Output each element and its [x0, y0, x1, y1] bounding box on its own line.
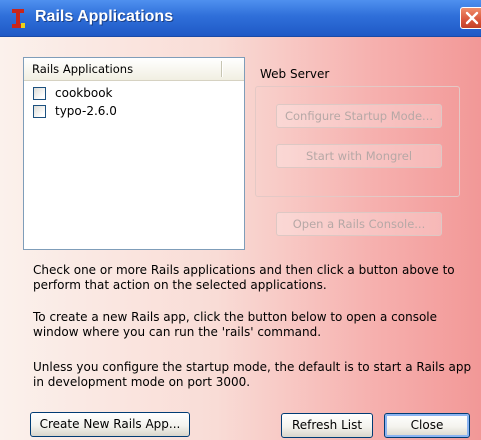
create-new-rails-app-button[interactable]: Create New Rails App...: [30, 412, 190, 437]
open-rails-console-button[interactable]: Open a Rails Console...: [276, 212, 442, 236]
start-with-mongrel-button[interactable]: Start with Mongrel: [276, 144, 442, 168]
column-divider[interactable]: [221, 61, 223, 77]
cookbook-checkbox[interactable]: [33, 87, 46, 100]
typo-checkbox[interactable]: [33, 105, 46, 118]
rails-applications-window: Rails Applications Rails Applications co…: [0, 0, 481, 440]
close-window-icon[interactable]: [460, 7, 481, 29]
rails-applications-list[interactable]: Rails Applications cookbook typo-2.6.0: [23, 57, 245, 250]
refresh-list-button[interactable]: Refresh List: [281, 413, 373, 438]
configure-startup-mode-button[interactable]: Configure Startup Mode...: [276, 104, 442, 128]
help-text-select-apps: Check one or more Rails applications and…: [33, 263, 455, 292]
web-server-group-label: Web Server: [260, 67, 330, 81]
list-column-header-label: Rails Applications: [32, 62, 134, 76]
list-item-label: cookbook: [55, 86, 113, 100]
list-item-cookbook[interactable]: cookbook: [33, 85, 223, 102]
list-column-header[interactable]: Rails Applications: [24, 58, 244, 81]
list-item-typo[interactable]: typo-2.6.0: [33, 103, 223, 120]
window-title: Rails Applications: [35, 8, 174, 25]
web-server-group: [255, 86, 460, 197]
help-text-create-app: To create a new Rails app, click the but…: [33, 310, 437, 339]
help-text-startup-mode: Unless you configure the startup mode, t…: [33, 360, 472, 389]
list-item-label: typo-2.6.0: [55, 104, 117, 118]
instantrails-icon: [10, 8, 26, 29]
title-bar[interactable]: Rails Applications: [0, 0, 481, 37]
close-button[interactable]: Close: [384, 413, 470, 438]
